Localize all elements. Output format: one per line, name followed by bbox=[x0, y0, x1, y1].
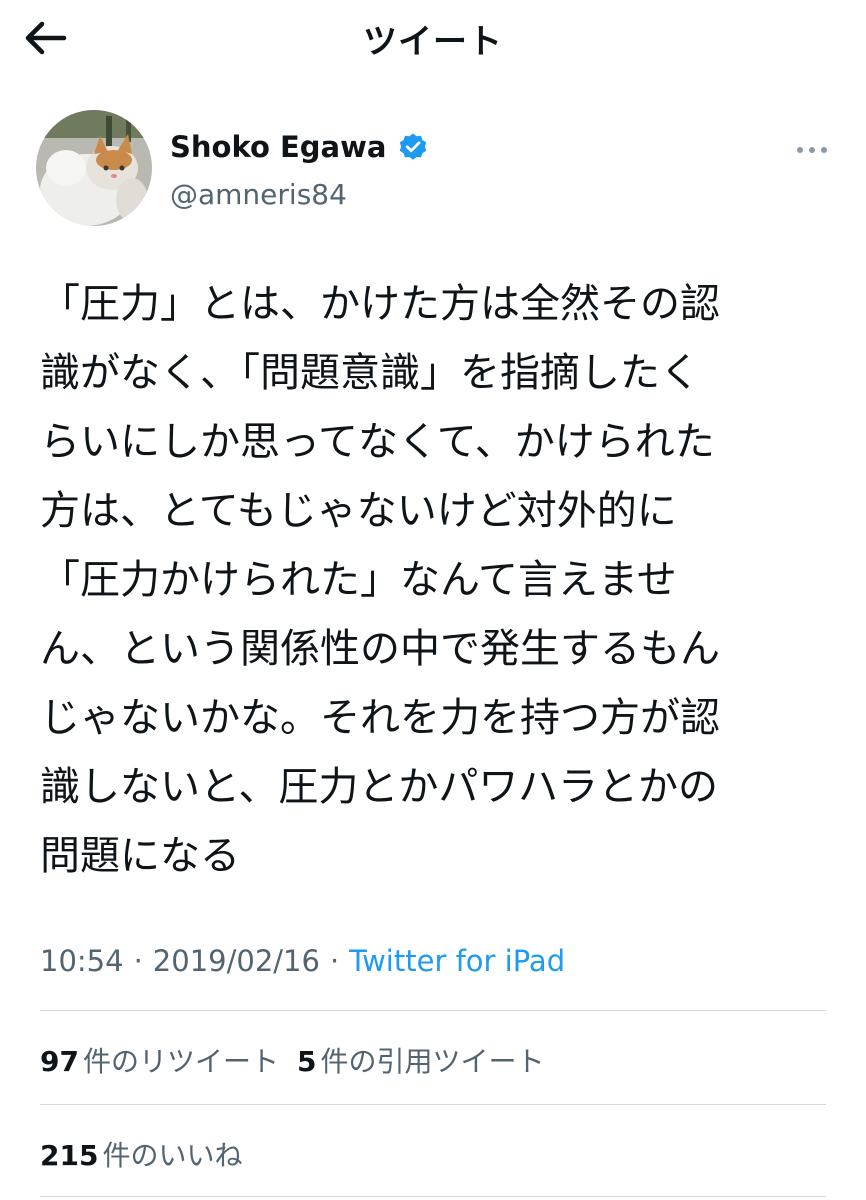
tweet-text-line: 問題になる bbox=[40, 833, 240, 879]
retweet-label: 件のリツイート bbox=[82, 1045, 279, 1078]
retweet-count: 97 bbox=[40, 1045, 79, 1078]
tweet-text-line: ん、という関係性の中で発生するもん bbox=[40, 626, 720, 672]
tweet-text: 「圧力」とは、かけた方は全然その認 識がなく、「問題意識」を指摘したく らいにしか思… bbox=[40, 270, 830, 891]
tweet-text-line: 「圧力」とは、かけた方は全然その認 bbox=[40, 281, 720, 327]
display-name[interactable]: Shoko Egawa bbox=[170, 130, 386, 164]
more-options-button[interactable] bbox=[788, 130, 836, 170]
page-title: ツイート bbox=[363, 22, 503, 62]
divider bbox=[40, 1010, 826, 1011]
retweet-count-link[interactable]: 97 件のリツイート bbox=[40, 1045, 279, 1078]
tweet-text-line: らいにしか思ってなくて、かけられた bbox=[40, 419, 715, 465]
tweet-time[interactable]: 10:54 bbox=[40, 944, 124, 978]
engagement-stats: 97 件のリツイート 5 件の引用ツイート bbox=[40, 1040, 544, 1080]
tweet-author: Shoko Egawa @amneris84 bbox=[36, 110, 836, 230]
meta-separator: · bbox=[329, 944, 340, 978]
avatar[interactable] bbox=[36, 110, 152, 226]
tweet-text-line: 「圧力かけられた」なんて言えませ bbox=[40, 557, 677, 603]
meta-separator: · bbox=[133, 944, 143, 978]
like-label: 件のいいね bbox=[102, 1139, 243, 1172]
top-bar: ツイート bbox=[0, 0, 866, 80]
quote-label: 件の引用ツイート bbox=[320, 1045, 545, 1078]
avatar-image bbox=[36, 110, 152, 226]
like-count: 215 bbox=[40, 1139, 99, 1172]
like-count-link[interactable]: 215 件のいいね bbox=[40, 1139, 242, 1172]
tweet-text-line: 識しないと、圧力とかパワハラとかの bbox=[40, 764, 718, 810]
quote-count-link[interactable]: 5 件の引用ツイート bbox=[297, 1045, 545, 1078]
quote-count: 5 bbox=[296, 1045, 317, 1078]
like-stats: 215 件のいいね bbox=[40, 1134, 242, 1174]
tweet-text-line: 方は、とてもじゃないけど対外的に bbox=[40, 488, 677, 534]
more-dots-icon bbox=[797, 147, 827, 153]
tweet-text-line: じゃないかな。それを力を持つ方が認 bbox=[40, 695, 720, 741]
divider bbox=[40, 1104, 826, 1105]
tweet-date[interactable]: 2019/02/16 bbox=[153, 944, 320, 978]
author-name-row: Shoko Egawa bbox=[170, 130, 428, 170]
divider bbox=[40, 1196, 826, 1197]
author-handle[interactable]: @amneris84 bbox=[170, 178, 347, 211]
tweet-text-line: 識がなく、「問題意識」を指摘したく bbox=[40, 350, 700, 396]
tweet-source-link[interactable]: Twitter for iPad bbox=[349, 944, 565, 978]
verified-badge-icon bbox=[398, 132, 428, 162]
tweet-metadata: 10:54 · 2019/02/16 · Twitter for iPad bbox=[40, 944, 565, 978]
